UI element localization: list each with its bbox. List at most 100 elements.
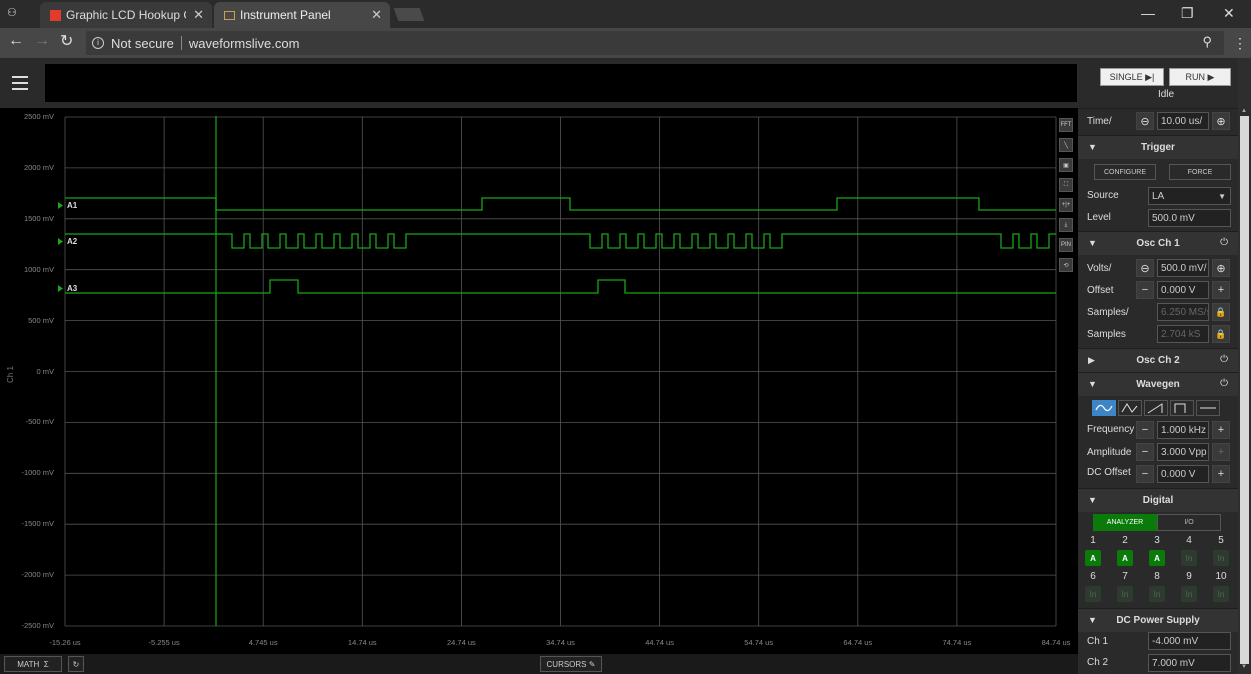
wavegen-section-header[interactable]: ▼ Wavegen ⏻ — [1078, 372, 1238, 396]
pin-button[interactable]: PIN — [1059, 238, 1073, 252]
single-button[interactable]: SINGLE ▶| — [1100, 68, 1164, 86]
digital-channel-mode-button[interactable]: A — [1149, 550, 1165, 566]
browser-tab-1[interactable]: Graphic LCD Hookup Gu ✕ — [40, 2, 212, 28]
samples-input: 2.704 kS — [1157, 325, 1209, 343]
dc-supply-section-header[interactable]: ▼ DC Power Supply — [1078, 608, 1238, 632]
export-image-icon[interactable]: ▣ — [1059, 158, 1073, 172]
digital-channel-mode-button[interactable]: In — [1149, 586, 1165, 602]
hamburger-menu-icon[interactable] — [12, 76, 28, 90]
dc-ch2-label: Ch 2 — [1087, 657, 1109, 668]
scroll-down-icon[interactable]: ▼ — [1241, 664, 1247, 670]
fft-button[interactable]: FFT — [1059, 118, 1073, 132]
browser-tab-2[interactable]: Instrument Panel ✕ — [214, 2, 390, 28]
zoom-out-icon[interactable]: ⊖ — [1136, 112, 1154, 130]
digital-channel-mode-button[interactable]: In — [1213, 550, 1229, 566]
new-tab-button[interactable] — [393, 8, 425, 21]
trigger-section-header[interactable]: ▼ Trigger — [1078, 135, 1238, 159]
math-button[interactable]: MATH Σ — [4, 656, 62, 672]
digital-channel-number: 5 — [1218, 535, 1224, 546]
digital-channel-number: 10 — [1215, 571, 1227, 582]
increment-icon[interactable]: + — [1212, 421, 1230, 439]
increment-icon[interactable]: + — [1212, 465, 1230, 483]
sine-wave-icon[interactable] — [1092, 400, 1116, 416]
acquisition-status: Idle — [1157, 89, 1175, 100]
io-tab[interactable]: I/O — [1157, 514, 1221, 531]
section-title: Trigger — [1141, 142, 1175, 153]
channel-marker-a3 — [58, 285, 63, 292]
digital-channel-mode-button[interactable]: A — [1117, 550, 1133, 566]
decrement-icon[interactable]: − — [1136, 465, 1154, 483]
pencil-icon: ✎ — [588, 659, 596, 669]
app-topbar — [0, 58, 1078, 108]
level-input[interactable]: 500.0 mV — [1148, 209, 1231, 227]
configure-button[interactable]: CONFIGURE — [1094, 164, 1156, 180]
dc-offset-label: DC Offset — [1087, 467, 1131, 478]
channel-label-a3: A3 — [67, 284, 78, 293]
time-input[interactable]: 10.00 us/ — [1157, 112, 1209, 130]
browser-menu-icon[interactable]: ⋮ — [1233, 35, 1247, 52]
samples-per-label: Samples/ — [1087, 307, 1129, 318]
osc-ch2-section-header[interactable]: ▶ Osc Ch 2 ⏻ — [1078, 348, 1238, 372]
reload-icon[interactable]: ↻ — [60, 31, 73, 51]
digital-channel-mode-button[interactable]: A — [1085, 550, 1101, 566]
browser-titlebar: ⚇ Graphic LCD Hookup Gu ✕ Instrument Pan… — [0, 0, 1251, 28]
zoom-out-icon[interactable]: ⊖ — [1136, 259, 1154, 277]
power-icon[interactable]: ⏻ — [1220, 354, 1228, 365]
restore-icon[interactable]: ❐ — [1181, 5, 1194, 22]
digital-channel-mode-button[interactable]: In — [1213, 586, 1229, 602]
dc-offset-input[interactable]: 0.000 V — [1157, 465, 1209, 483]
reset-icon[interactable]: ⟲ — [1059, 258, 1073, 272]
forward-icon[interactable]: → — [34, 32, 50, 50]
force-button[interactable]: FORCE — [1169, 164, 1231, 180]
scroll-up-icon[interactable]: ▲ — [1241, 108, 1247, 114]
app-menu-icon[interactable]: ⚇ — [7, 6, 17, 19]
triangle-wave-icon[interactable] — [1118, 400, 1142, 416]
digital-channel-mode-button[interactable]: In — [1117, 586, 1133, 602]
increment-icon[interactable]: + — [1212, 281, 1230, 299]
section-title: DC Power Supply — [1116, 615, 1200, 626]
power-icon[interactable]: ⏻ — [1220, 237, 1228, 248]
close-window-icon[interactable]: ✕ — [1223, 5, 1235, 22]
close-tab-icon[interactable]: ✕ — [371, 7, 382, 23]
refresh-button[interactable]: ↻ — [68, 656, 84, 672]
oscilloscope-plot[interactable]: 2500 mV 2000 mV 1500 mV 1000 mV 500 mV 0 mV -5… — [0, 108, 1078, 654]
back-icon[interactable]: ← — [8, 32, 24, 50]
sawtooth-wave-icon[interactable] — [1144, 400, 1168, 416]
decrement-icon[interactable]: − — [1136, 281, 1154, 299]
download-icon[interactable]: ⤓ — [1059, 218, 1073, 232]
lock-icon[interactable]: 🔒 — [1212, 303, 1230, 321]
dc-ch1-input[interactable]: -4.000 mV — [1148, 632, 1231, 650]
source-select[interactable]: LA ▼ — [1148, 187, 1231, 205]
digital-section-header[interactable]: ▼ Digital — [1078, 488, 1238, 512]
volts-input[interactable]: 500.0 mV/ — [1157, 259, 1209, 277]
zoom-icon[interactable]: ⚲ — [1202, 34, 1212, 50]
curve-tool-icon[interactable]: ╲ — [1059, 138, 1073, 152]
osc-ch1-section-header[interactable]: ▼ Osc Ch 1 ⏻ — [1078, 231, 1238, 255]
power-icon[interactable]: ⏻ — [1220, 378, 1228, 389]
digital-channel-mode-button[interactable]: In — [1085, 586, 1101, 602]
dc-ch2-input[interactable]: 7.000 mV — [1148, 654, 1231, 672]
plot-canvas[interactable]: A1 A2 A3 — [0, 108, 1078, 654]
cursors-button[interactable]: CURSORS ✎ — [540, 656, 602, 672]
lock-icon[interactable]: 🔒 — [1212, 325, 1230, 343]
decrement-icon[interactable]: − — [1136, 443, 1154, 461]
digital-channel-mode-button[interactable]: In — [1181, 550, 1197, 566]
autoscale-icon[interactable]: +|+ — [1059, 198, 1073, 212]
zoom-in-icon[interactable]: ⊕ — [1212, 259, 1230, 277]
digital-channel-mode-button[interactable]: In — [1181, 586, 1197, 602]
square-wave-icon[interactable] — [1170, 400, 1194, 416]
amplitude-input[interactable]: 3.000 Vpp — [1157, 443, 1209, 461]
frequency-input[interactable]: 1.000 kHz — [1157, 421, 1209, 439]
analyzer-tab[interactable]: ANALYZER — [1093, 514, 1157, 531]
close-tab-icon[interactable]: ✕ — [193, 7, 204, 23]
minimize-icon[interactable]: — — [1141, 5, 1155, 21]
dc-wave-icon[interactable] — [1196, 400, 1220, 416]
zoom-in-icon[interactable]: ⊕ — [1212, 112, 1230, 130]
fullscreen-icon[interactable]: ⛶ — [1059, 178, 1073, 192]
panel-scrollbar[interactable]: ▲ ▼ — [1238, 58, 1251, 674]
decrement-icon[interactable]: − — [1136, 421, 1154, 439]
scrollbar-thumb[interactable] — [1240, 116, 1249, 664]
offset-input[interactable]: 0.000 V — [1157, 281, 1209, 299]
run-button[interactable]: RUN ▶ — [1169, 68, 1231, 86]
address-bar[interactable]: i Not secure waveformslive.com ⚲ — [86, 31, 1224, 55]
